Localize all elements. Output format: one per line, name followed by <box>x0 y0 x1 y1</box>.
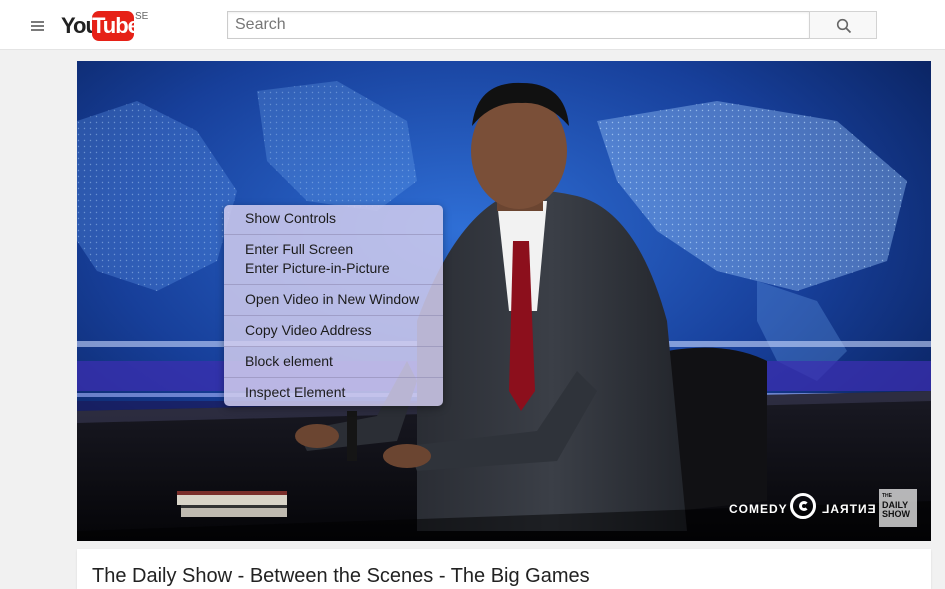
video-context-menu: Show Controls Enter Full Screen Enter Pi… <box>224 205 443 406</box>
daily-show-logo-line3: SHOW <box>882 509 910 519</box>
menu-item-inspect-element[interactable]: Inspect Element <box>245 384 345 400</box>
hamburger-menu-icon[interactable] <box>26 15 48 37</box>
video-title: The Daily Show - Between the Scenes - Th… <box>92 565 590 587</box>
search-icon <box>836 18 852 34</box>
video-player[interactable]: COMEDY ENTRAL THE DAILY SHOW <box>77 61 931 541</box>
channel-logo-right-text: ENTRAL <box>821 502 876 516</box>
menu-separator <box>224 315 443 316</box>
menu-item-block-element[interactable]: Block element <box>245 353 333 369</box>
comedy-central-c-icon <box>790 493 816 519</box>
search-button[interactable] <box>809 11 877 39</box>
search-input[interactable] <box>228 12 809 38</box>
channel-logo-left-text: COMEDY <box>729 502 788 516</box>
video-info-card: The Daily Show - Between the Scenes - Th… <box>77 549 931 589</box>
menu-separator <box>224 346 443 347</box>
logo-tube-text: Tube <box>92 13 140 38</box>
menu-separator <box>224 377 443 378</box>
logo-tube-box: Tube <box>92 11 140 41</box>
menu-separator <box>224 284 443 285</box>
masthead: You Tube SE <box>0 0 945 50</box>
logo-country-code: SE <box>135 11 149 22</box>
daily-show-logo: THE DAILY SHOW <box>879 489 917 527</box>
menu-item-show-controls[interactable]: Show Controls <box>245 210 336 226</box>
search-box <box>227 11 810 39</box>
menu-item-enter-full-screen[interactable]: Enter Full Screen <box>245 241 353 257</box>
menu-item-copy-video-address[interactable]: Copy Video Address <box>245 322 372 338</box>
video-frame <box>77 61 931 541</box>
menu-item-enter-picture-in-picture[interactable]: Enter Picture-in-Picture <box>245 260 390 276</box>
menu-separator <box>224 234 443 235</box>
menu-item-open-video-new-window[interactable]: Open Video in New Window <box>245 291 419 307</box>
